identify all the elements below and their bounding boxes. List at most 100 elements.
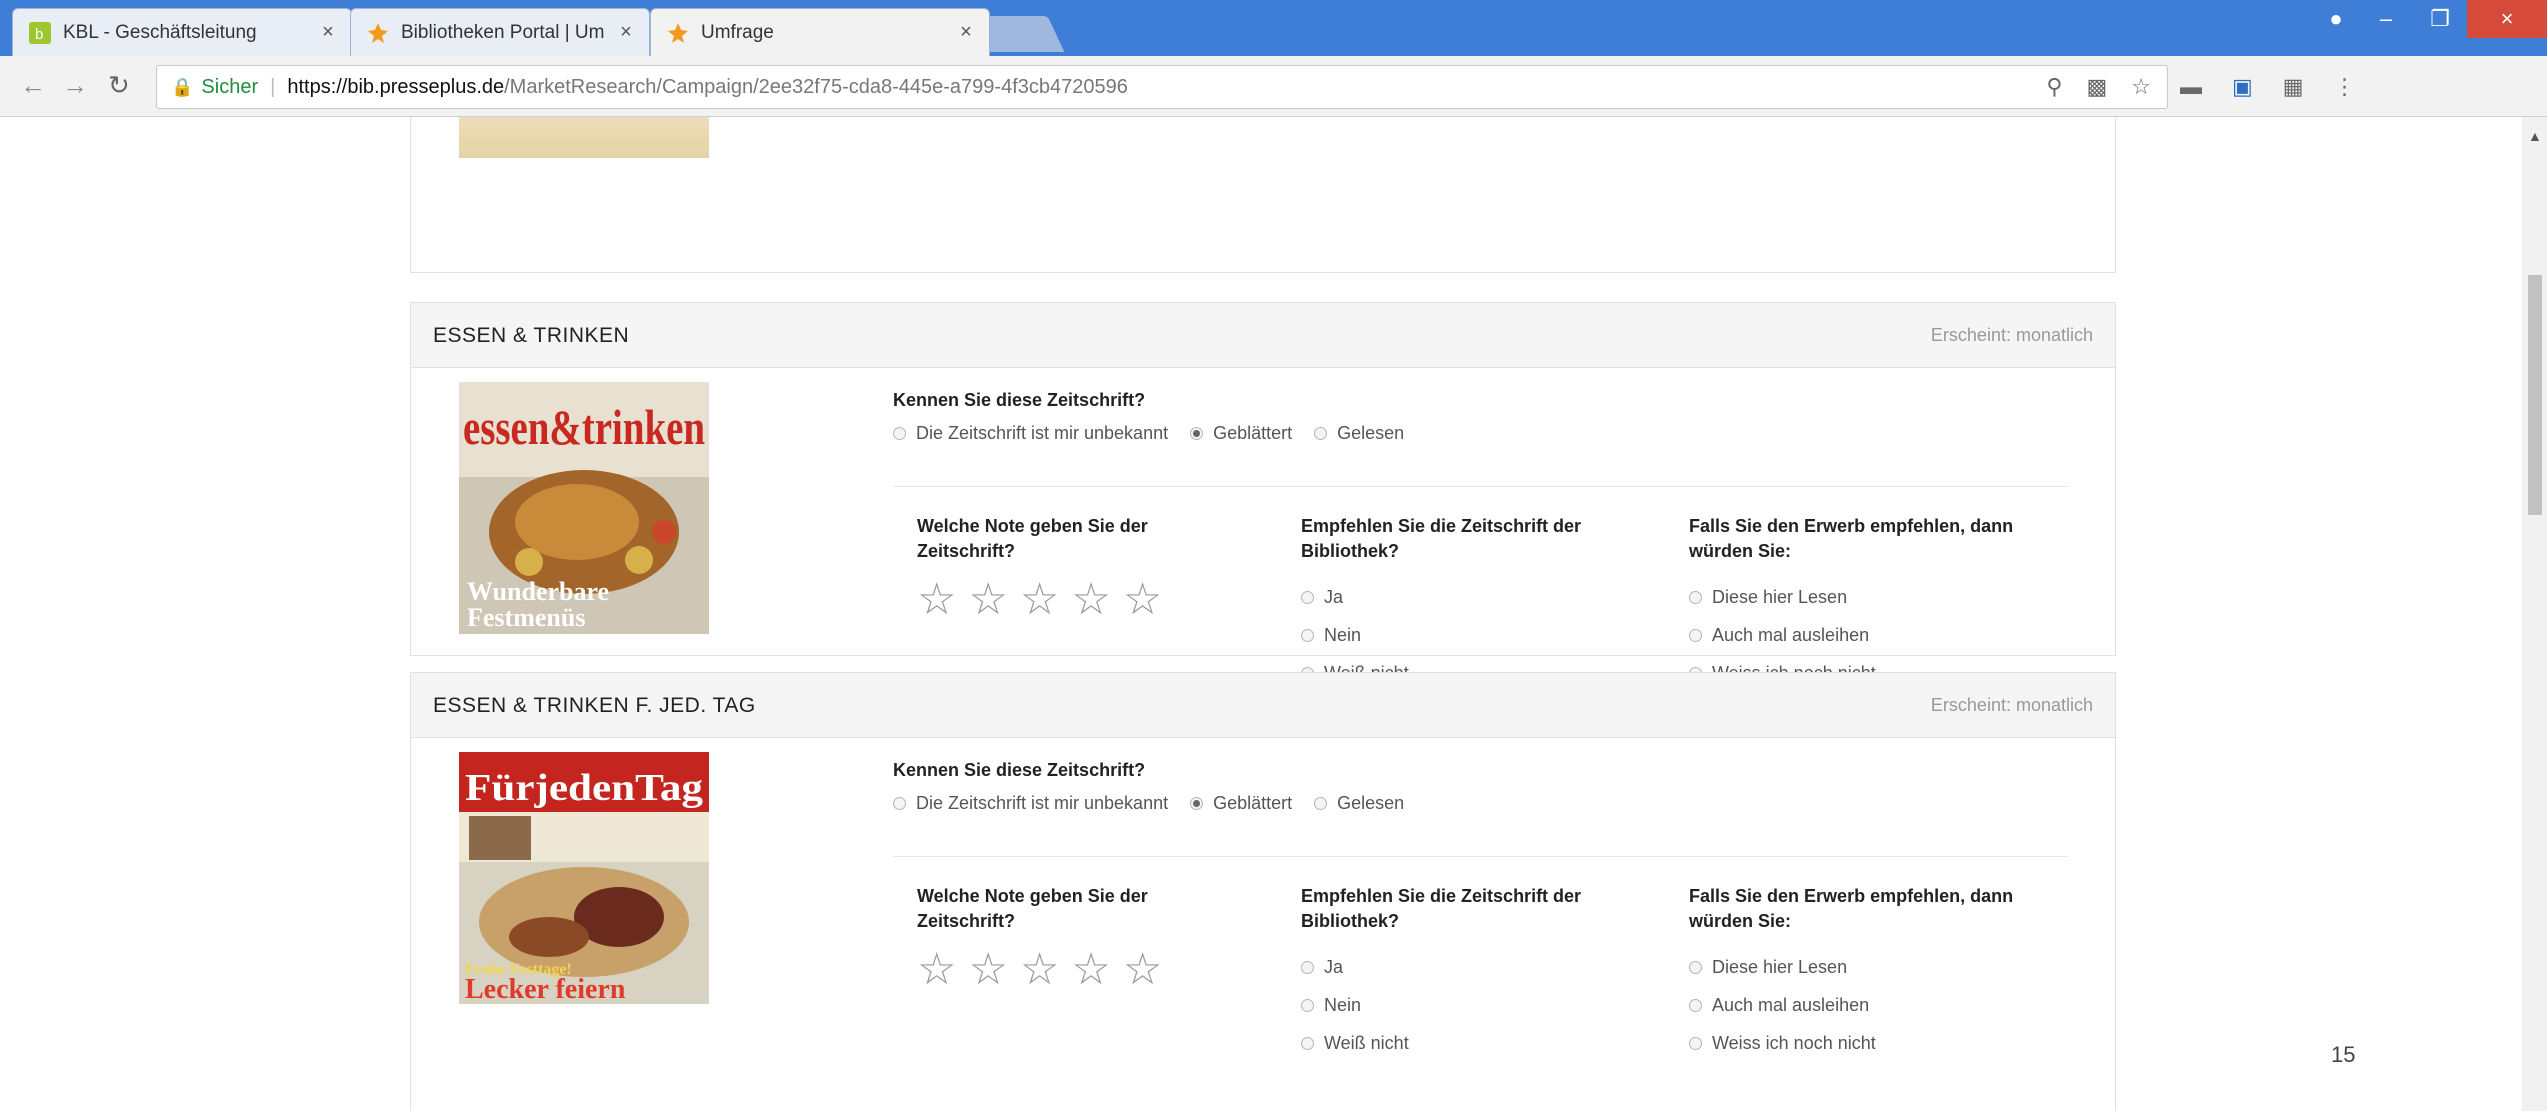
star-rating: ☆ ☆ ☆ ☆ ☆	[917, 948, 1177, 992]
magazine-cover: FürjedenTag Frohe Festtage! Lecker feier…	[459, 752, 709, 1004]
magazine-frequency: Erscheint: monatlich	[1930, 695, 2093, 715]
star-rating: ☆ ☆ ☆ ☆ ☆	[917, 578, 1177, 622]
recommend-option-dont-know[interactable]: Weiß nicht	[1301, 1024, 1661, 1062]
option-label: Gelesen	[1337, 423, 1405, 443]
acquire-option-borrow[interactable]: Auch mal ausleihen	[1689, 616, 2069, 654]
star-icon[interactable]: ☆	[917, 578, 956, 622]
reload-icon[interactable]: ↻	[108, 70, 130, 101]
star-icon[interactable]: ☆	[968, 948, 1007, 992]
star-icon[interactable]: ☆	[1020, 578, 1059, 622]
forward-icon[interactable]: →	[62, 70, 88, 101]
acquire-option-read-here[interactable]: Diese hier Lesen	[1689, 578, 2069, 616]
option-label: Weiss ich noch nicht	[1712, 1032, 1876, 1053]
extension-icon[interactable]: ▦	[2283, 74, 2304, 100]
known-option-read[interactable]: Gelesen	[1314, 793, 1404, 814]
extension-icon[interactable]: ▬	[2180, 74, 2202, 100]
acquire-option-borrow[interactable]: Auch mal ausleihen	[1689, 986, 2069, 1024]
known-option-unknown[interactable]: Die Zeitschrift ist mir unbekannt	[893, 423, 1168, 444]
magazine-card: ESSEN & TRINKEN Erscheint: monatlich ess…	[410, 302, 2116, 683]
star-icon[interactable]: ☆	[1071, 578, 1110, 622]
magazine-frequency: Erscheint: monatlich	[1930, 325, 2093, 345]
bookmark-star-icon[interactable]: ☆	[2131, 74, 2151, 100]
known-option-browsed[interactable]: Geblättert	[1190, 423, 1292, 444]
acquire-option-undecided[interactable]: Weiss ich noch nicht	[1689, 1024, 2069, 1062]
radio-button[interactable]	[1314, 427, 1328, 440]
radio-button[interactable]	[1689, 998, 1702, 1012]
translate-icon[interactable]: ▩	[2086, 74, 2107, 100]
secure-label: Sicher	[201, 75, 259, 98]
radio-button[interactable]	[1689, 590, 1702, 604]
radio-button[interactable]	[1301, 590, 1314, 604]
url-input[interactable]: 🔒 Sicher | https://bib.presseplus.de/Mar…	[156, 65, 2168, 109]
restore-icon[interactable]: ❐	[2413, 0, 2467, 38]
known-options: Die Zeitschrift ist mir unbekannt Geblät…	[893, 793, 1426, 814]
url-path: /MarketResearch/Campaign/2ee32f75-cda8-4…	[504, 75, 1128, 98]
star-icon[interactable]: ☆	[917, 948, 956, 992]
question-label: Empfehlen Sie die Zeitschrift der Biblio…	[1301, 516, 1582, 561]
zoom-icon[interactable]: ⚲	[2046, 74, 2062, 100]
magazine-card-previous	[410, 117, 2116, 273]
back-icon[interactable]: ←	[20, 70, 46, 101]
tab-close-icon[interactable]: ×	[613, 21, 639, 44]
option-label: Die Zeitschrift ist mir unbekannt	[916, 423, 1169, 443]
cover-masthead: essen&trinken	[463, 399, 705, 455]
scroll-up-arrow-icon[interactable]: ▲	[2528, 128, 2542, 144]
svg-text:b: b	[35, 26, 43, 43]
tab-kbl[interactable]: b KBL - Geschäftsleitung ×	[12, 8, 352, 56]
radio-button[interactable]	[1689, 1036, 1702, 1050]
radio-button[interactable]	[1301, 998, 1314, 1012]
radio-button[interactable]	[1314, 797, 1328, 810]
option-label: Ja	[1324, 956, 1344, 977]
tab-close-icon[interactable]: ×	[315, 21, 341, 44]
radio-button[interactable]	[893, 427, 906, 440]
recommend-option-yes[interactable]: Ja	[1301, 948, 1661, 986]
cover-headline: Festmenüs	[467, 603, 585, 632]
divider	[893, 856, 2068, 857]
star-icon[interactable]: ☆	[968, 578, 1007, 622]
window-controls: ● – ❐ ×	[2313, 0, 2547, 38]
recommend-option-no[interactable]: Nein	[1301, 986, 1661, 1024]
star-icon[interactable]: ☆	[1123, 948, 1162, 992]
radio-button[interactable]	[1190, 427, 1204, 440]
url-host: https://bib.presseplus.de	[287, 75, 505, 98]
close-window-icon[interactable]: ×	[2467, 0, 2547, 38]
question-label: Welche Note geben Sie der Zeitschrift?	[917, 886, 1148, 931]
cover-masthead: FürjedenTag	[465, 767, 703, 809]
radio-button[interactable]	[1190, 797, 1204, 810]
star-icon[interactable]: ☆	[1020, 948, 1059, 992]
tab-umfrage[interactable]: Umfrage ×	[650, 8, 990, 56]
tab-close-icon[interactable]: ×	[953, 21, 979, 44]
kbl-favicon-icon: b	[29, 21, 51, 44]
minimize-icon[interactable]: –	[2359, 0, 2413, 38]
star-icon[interactable]: ☆	[1071, 948, 1110, 992]
question-label: Falls Sie den Erwerb empfehlen, dann wür…	[1689, 516, 2014, 561]
radio-button[interactable]	[1689, 628, 1702, 642]
tab-bibliotheken-portal[interactable]: Bibliotheken Portal | Um ×	[350, 8, 650, 56]
cover-headline: Lecker feiern	[465, 974, 626, 1004]
radio-button[interactable]	[1301, 628, 1314, 642]
radio-button[interactable]	[893, 797, 906, 810]
tab-title: Umfrage	[701, 21, 774, 43]
known-option-unknown[interactable]: Die Zeitschrift ist mir unbekannt	[893, 793, 1168, 814]
known-option-browsed[interactable]: Geblättert	[1190, 793, 1292, 814]
acquire-option-read-here[interactable]: Diese hier Lesen	[1689, 948, 2069, 986]
star-icon[interactable]: ☆	[1123, 578, 1162, 622]
option-label: Die Zeitschrift ist mir unbekannt	[916, 793, 1169, 813]
omnibox-icons: ⚲ ▩ ☆	[2046, 74, 2151, 100]
profile-icon[interactable]: ●	[2313, 0, 2359, 38]
vertical-scrollbar[interactable]	[2522, 117, 2547, 1111]
lock-icon: 🔒	[171, 76, 194, 97]
presseplus-favicon-icon	[668, 22, 688, 43]
question-label: Kennen Sie diese Zeitschrift?	[893, 390, 1146, 410]
radio-button[interactable]	[1301, 1036, 1314, 1050]
recommend-option-no[interactable]: Nein	[1301, 616, 1661, 654]
chrome-menu-icon[interactable]: ⋮	[2334, 74, 2356, 100]
radio-button[interactable]	[1689, 960, 1702, 974]
known-option-read[interactable]: Gelesen	[1314, 423, 1404, 444]
acquire-question: Falls Sie den Erwerb empfehlen, dann wür…	[1689, 514, 2069, 692]
scrollbar-thumb[interactable]	[2528, 275, 2542, 515]
recommend-option-yes[interactable]: Ja	[1301, 578, 1661, 616]
question-label: Empfehlen Sie die Zeitschrift der Biblio…	[1301, 886, 1582, 931]
extension-icon[interactable]: ▣	[2232, 74, 2253, 100]
radio-button[interactable]	[1301, 960, 1314, 974]
